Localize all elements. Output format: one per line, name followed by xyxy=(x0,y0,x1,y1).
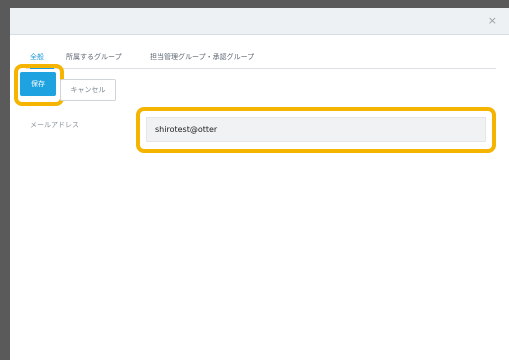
dialog-header: × xyxy=(10,8,509,35)
tab-bar: 全般 所属するグループ 担当管理グループ・承認グループ xyxy=(26,46,496,69)
dialog: × 全般 所属するグループ 担当管理グループ・承認グループ xyxy=(10,8,509,360)
tab-groups[interactable]: 所属するグループ xyxy=(66,52,122,62)
save-button[interactable]: 保存 xyxy=(20,72,56,96)
tab-general[interactable]: 全般 xyxy=(30,52,44,62)
close-icon[interactable]: × xyxy=(488,14,497,28)
tab-managed-groups[interactable]: 担当管理グループ・承認グループ xyxy=(150,52,254,62)
email-label: メールアドレス xyxy=(30,121,79,129)
email-field[interactable] xyxy=(146,117,486,142)
cancel-button[interactable]: キャンセル xyxy=(60,79,116,101)
